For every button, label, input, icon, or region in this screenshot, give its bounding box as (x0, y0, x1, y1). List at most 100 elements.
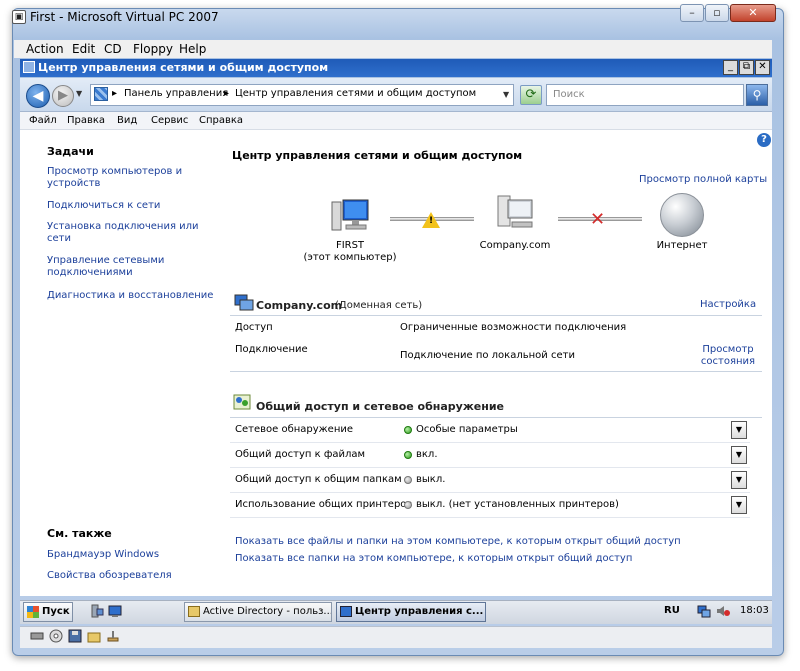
sharing-row-value: вкл. (416, 449, 438, 460)
vpc-menu-action[interactable]: Action (26, 42, 64, 56)
computer-name-label: FIRST (335, 240, 365, 251)
windows-logo-icon (27, 606, 39, 618)
sharing-row-label: Использование общих принтеров (235, 499, 413, 510)
back-button[interactable]: ◀ (26, 84, 50, 108)
volume-muted-icon[interactable] (716, 604, 730, 618)
network-tray-icon[interactable] (697, 604, 711, 618)
menu-help[interactable]: Справка (199, 115, 243, 126)
expand-printer-sharing-button[interactable]: ▼ (731, 496, 747, 514)
network-icon[interactable] (494, 194, 536, 234)
clock[interactable]: 18:03 (740, 605, 769, 616)
row-divider (230, 467, 750, 468)
link-windows-firewall[interactable]: Брандмауэр Windows (47, 549, 207, 561)
forward-button[interactable]: ▶ (52, 85, 74, 107)
computer-sub-label: (этот компьютер) (303, 252, 397, 263)
sharing-row-label: Общий доступ к общим папкам (235, 474, 402, 485)
menu-file[interactable]: Файл (29, 115, 57, 126)
network-center-icon (23, 61, 35, 73)
vpc-menu-edit[interactable]: Edit (72, 42, 95, 56)
sharing-row-value: выкл. (нет установленных принтеров) (416, 499, 619, 510)
access-label: Доступ (235, 322, 273, 333)
menu-tools[interactable]: Сервис (151, 115, 188, 126)
menu-view[interactable]: Вид (117, 115, 137, 126)
view-status-link[interactable]: Просмотр состояния (696, 344, 760, 368)
vpc-menu-floppy[interactable]: Floppy (133, 42, 173, 56)
connection-value-link[interactable]: Подключение по локальной сети (400, 350, 575, 361)
status-off-icon (404, 501, 412, 509)
vpc-close-button[interactable]: ✕ (730, 4, 776, 22)
domain-network-icon (234, 294, 254, 311)
guest-restore-button[interactable]: ⧉ (739, 60, 754, 75)
show-desktop-icon[interactable] (108, 604, 122, 618)
vpc-menubar (14, 40, 772, 58)
network-name-label: Company.com (479, 240, 551, 251)
guest-window-title: Центр управления сетями и общим доступом (38, 61, 329, 74)
internet-globe-icon[interactable] (660, 193, 704, 237)
sharing-heading: Общий доступ и сетевое обнаружение (256, 400, 505, 413)
vpc-menu-cd[interactable]: CD (104, 42, 122, 56)
expand-public-folder-button[interactable]: ▼ (731, 471, 747, 489)
search-icon[interactable]: ⚲ (746, 84, 768, 106)
help-icon[interactable]: ? (757, 133, 771, 147)
task-diagnose-repair[interactable]: Диагностика и восстановление (47, 290, 217, 302)
sharing-row-value: Особые параметры (416, 424, 518, 435)
guest-minimize-button[interactable]: _ (723, 60, 738, 75)
guest-close-button[interactable]: ✕ (755, 60, 770, 75)
vpc-maximize-button[interactable]: ▫ (705, 4, 729, 22)
customize-link[interactable]: Настройка (700, 299, 756, 310)
status-off-icon (404, 476, 412, 484)
refresh-button[interactable]: ⟳ (520, 85, 542, 105)
sharing-icon (233, 394, 251, 410)
shared-folder-icon[interactable] (87, 629, 101, 643)
task-setup-connection[interactable]: Установка подключения или сети (47, 221, 207, 245)
internet-label: Интернет (656, 240, 708, 251)
crumb-arrow-icon: ▸ (224, 88, 230, 99)
row-divider (230, 492, 750, 493)
breadcrumb-control-panel[interactable]: Панель управления (124, 88, 228, 99)
sharing-row-label: Сетевое обнаружение (235, 424, 354, 435)
folder-icon (188, 606, 200, 617)
network-adapter-icon[interactable] (106, 629, 120, 643)
show-shared-folders-link[interactable]: Показать все папки на этом компьютере, к… (235, 553, 632, 564)
task-connect-network[interactable]: Подключиться к сети (47, 200, 207, 212)
task-view-computers[interactable]: Просмотр компьютеров и устройств (47, 166, 207, 190)
section-divider (230, 417, 762, 418)
quick-launch-icon[interactable] (90, 604, 104, 618)
section-divider (230, 315, 762, 316)
taskbar-item-active-directory[interactable]: Active Directory - польз... (184, 602, 332, 622)
vpc-minimize-button[interactable]: – (680, 4, 704, 22)
vpc-status-bar (20, 626, 772, 648)
sharing-row-value: выкл. (416, 474, 446, 485)
sharing-row-label: Общий доступ к файлам (235, 449, 366, 460)
link-internet-options[interactable]: Свойства обозревателя (47, 570, 207, 582)
breadcrumb-network-center[interactable]: Центр управления сетями и общим доступом (235, 88, 476, 99)
tasks-heading: Задачи (47, 145, 94, 158)
row-divider (230, 442, 750, 443)
taskbar-item-network-center[interactable]: Центр управления с... (336, 602, 486, 622)
task-manage-connections[interactable]: Управление сетевыми подключениями (47, 255, 207, 279)
crumb-arrow-icon: ▸ (112, 88, 118, 99)
cd-drive-icon[interactable] (49, 629, 63, 643)
section-divider (230, 371, 762, 372)
vpc-app-icon: ▣ (12, 10, 26, 24)
network-name: Company.com (256, 299, 343, 312)
address-dropdown-icon[interactable]: ▼ (503, 90, 509, 99)
row-divider (230, 517, 750, 518)
floppy-icon[interactable] (68, 629, 82, 643)
status-on-icon (404, 426, 412, 434)
menu-edit[interactable]: Правка (67, 115, 105, 126)
expand-network-discovery-button[interactable]: ▼ (731, 421, 747, 439)
computer-icon[interactable] (330, 196, 370, 236)
language-indicator[interactable]: RU (664, 605, 680, 616)
search-input[interactable]: Поиск (546, 84, 744, 106)
see-also-heading: См. также (47, 527, 112, 540)
expand-file-sharing-button[interactable]: ▼ (731, 446, 747, 464)
hard-disk-icon[interactable] (30, 629, 44, 643)
show-shared-files-link[interactable]: Показать все файлы и папки на этом компь… (235, 536, 681, 547)
network-type: (Доменная сеть) (335, 300, 423, 311)
error-x-icon[interactable]: ✕ (590, 211, 605, 229)
vpc-menu-help[interactable]: Help (179, 42, 206, 56)
view-full-map-link[interactable]: Просмотр полной карты (639, 174, 767, 185)
history-dropdown-icon[interactable]: ▼ (76, 89, 82, 98)
page-title: Центр управления сетями и общим доступом (232, 149, 523, 162)
